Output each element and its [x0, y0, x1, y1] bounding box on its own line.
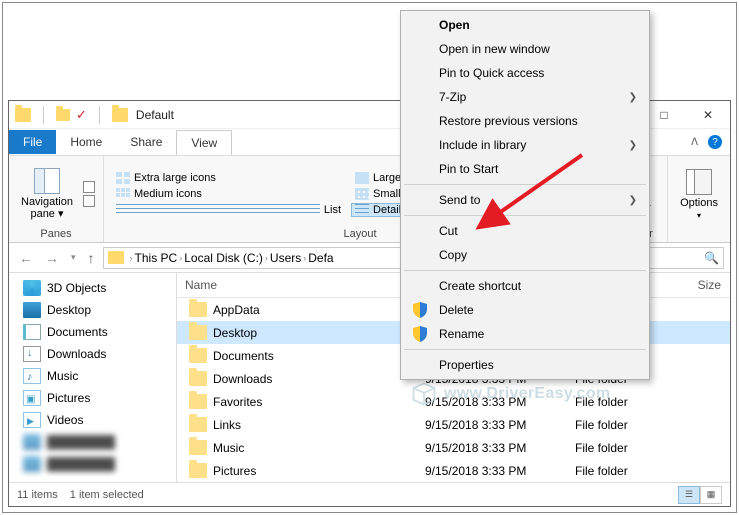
preview-pane-icon[interactable]	[83, 181, 95, 193]
view-details-icon[interactable]: ☰	[678, 486, 700, 504]
layout-extralarge[interactable]: Extra large icons	[112, 171, 345, 185]
folder-icon	[189, 325, 207, 340]
tree-videos[interactable]: Videos	[9, 409, 176, 431]
ctx-delete[interactable]: Delete	[403, 298, 647, 322]
ctx-create-shortcut[interactable]: Create shortcut	[403, 274, 647, 298]
qat-checkmark-icon[interactable]: ✓	[76, 107, 87, 123]
tree-desktop[interactable]: Desktop	[9, 299, 176, 321]
crumb-disk[interactable]: Local Disk (C:)	[184, 251, 263, 265]
up-button[interactable]: ↑	[84, 250, 99, 266]
view-tab[interactable]: View	[176, 130, 232, 156]
obj3d-icon	[23, 280, 41, 296]
col-size[interactable]: Size	[667, 273, 730, 297]
crumb-users[interactable]: Users	[270, 251, 301, 265]
tree-pictures[interactable]: Pictures	[9, 387, 176, 409]
vids-icon	[23, 412, 41, 428]
folder-icon	[189, 463, 207, 478]
details-pane-icon[interactable]	[83, 195, 95, 207]
pics-icon	[23, 390, 41, 406]
options-button[interactable]: Options▾	[676, 167, 722, 222]
folder-icon	[189, 440, 207, 455]
nav-tree[interactable]: 3D ObjectsDesktopDocumentsDownloadsMusic…	[9, 273, 177, 482]
layout-medium[interactable]: Medium icons	[112, 187, 345, 201]
back-button[interactable]: ←	[15, 250, 37, 266]
ctx-copy[interactable]: Copy	[403, 243, 647, 267]
qat-new-folder-icon[interactable]	[56, 109, 70, 121]
ctx-7zip[interactable]: 7-Zip	[403, 85, 647, 109]
close-button[interactable]: ✕	[686, 101, 730, 129]
selection-count: 1 item selected	[70, 489, 144, 501]
path-folder-icon	[108, 251, 124, 264]
navigation-pane-button[interactable]: Navigationpane ▾	[17, 166, 77, 222]
down-icon	[23, 346, 41, 362]
folder-icon	[189, 302, 207, 317]
tree-documents[interactable]: Documents	[9, 321, 176, 343]
file-row[interactable]: Music9/15/2018 3:33 PMFile folder	[177, 436, 730, 459]
tree-downloads[interactable]: Downloads	[9, 343, 176, 365]
crumb-default[interactable]: Defa	[308, 251, 333, 265]
search-icon: 🔍	[704, 251, 719, 265]
panes-caption: Panes	[40, 228, 71, 240]
file-row[interactable]: Pictures9/15/2018 3:33 PMFile folder	[177, 459, 730, 482]
tree-music[interactable]: Music	[9, 365, 176, 387]
ctx-open[interactable]: Open	[403, 13, 647, 37]
docs-icon	[23, 324, 41, 340]
ctx-cut[interactable]: Cut	[403, 219, 647, 243]
view-thumbnails-icon[interactable]: ▦	[700, 486, 722, 504]
tree-3d-objects[interactable]: 3D Objects	[9, 277, 176, 299]
ctx-send-to[interactable]: Send to	[403, 188, 647, 212]
recent-dropdown[interactable]: ▾	[67, 252, 80, 263]
music-icon	[23, 368, 41, 384]
context-menu: Open Open in new window Pin to Quick acc…	[400, 10, 650, 380]
window-title: Default	[136, 108, 174, 122]
shield-icon	[413, 326, 427, 342]
folder-icon	[189, 348, 207, 363]
ctx-open-new-window[interactable]: Open in new window	[403, 37, 647, 61]
folder-icon	[189, 394, 207, 409]
forward-button[interactable]: →	[41, 250, 63, 266]
desk-icon	[23, 302, 41, 318]
ctx-rename[interactable]: Rename	[403, 322, 647, 346]
tree-item-hidden[interactable]: ████████	[9, 453, 176, 475]
layout-list[interactable]: List	[112, 203, 345, 217]
home-tab[interactable]: Home	[56, 130, 116, 154]
ctx-pin-to-start[interactable]: Pin to Start	[403, 157, 647, 181]
file-row[interactable]: Favorites9/15/2018 3:33 PMFile folder	[177, 390, 730, 413]
col-name[interactable]: Name	[177, 273, 417, 297]
ribbon-collapse-icon[interactable]: ᐱ	[691, 137, 698, 148]
file-tab[interactable]: File	[9, 130, 56, 154]
layout-caption: Layout	[344, 228, 377, 240]
item-count: 11 items	[17, 489, 58, 501]
app-folder-icon	[112, 108, 128, 122]
options-group: Options▾	[668, 156, 730, 242]
panes-group: Navigationpane ▾ Panes	[9, 156, 104, 242]
ctx-restore-versions[interactable]: Restore previous versions	[403, 109, 647, 133]
share-tab[interactable]: Share	[116, 130, 176, 154]
shield-icon	[413, 302, 427, 318]
help-icon[interactable]: ?	[708, 135, 722, 149]
status-bar: 11 items 1 item selected ☰ ▦	[9, 482, 730, 506]
tree-item-hidden[interactable]: ████████	[9, 431, 176, 453]
folder-icon	[189, 371, 207, 386]
folder-icon	[15, 108, 31, 122]
file-row[interactable]: Links9/15/2018 3:33 PMFile folder	[177, 413, 730, 436]
crumb-thispc[interactable]: This PC	[135, 251, 178, 265]
ctx-include-in-library[interactable]: Include in library	[403, 133, 647, 157]
ctx-pin-quick-access[interactable]: Pin to Quick access	[403, 61, 647, 85]
folder-icon	[189, 417, 207, 432]
ctx-properties[interactable]: Properties	[403, 353, 647, 377]
